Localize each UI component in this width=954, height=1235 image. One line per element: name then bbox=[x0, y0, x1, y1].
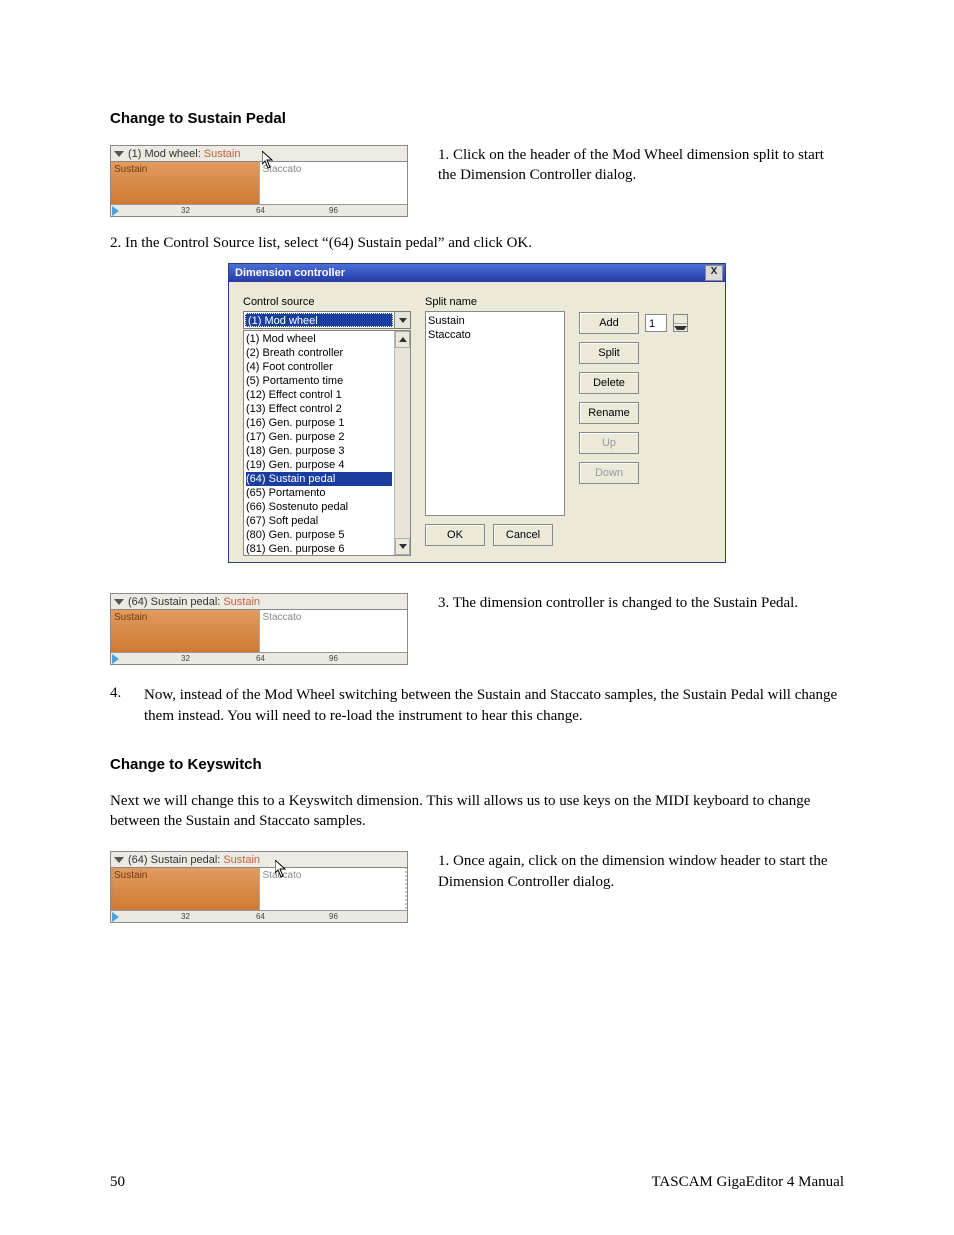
add-button[interactable]: Add bbox=[579, 312, 639, 334]
dialog-title: Dimension controller bbox=[235, 264, 345, 282]
list-item[interactable]: Staccato bbox=[428, 328, 562, 342]
list-item[interactable]: (12) Effect control 1 bbox=[246, 388, 392, 402]
list-item[interactable]: (4) Foot controller bbox=[246, 360, 392, 374]
scroll-up-button[interactable] bbox=[395, 331, 410, 348]
dimension-strip-sustain2[interactable]: (64) Sustain pedal: Sustain Sustain Stac… bbox=[110, 851, 408, 923]
list-item[interactable]: (65) Portamento bbox=[246, 486, 392, 500]
split-staccato[interactable]: Staccato bbox=[260, 868, 408, 910]
dimension-scale: 32 64 96 bbox=[111, 204, 407, 216]
dimension-header-label: (64) Sustain pedal: bbox=[128, 854, 220, 866]
list-item[interactable]: (17) Gen. purpose 2 bbox=[246, 430, 392, 444]
split-sustain[interactable]: Sustain bbox=[111, 162, 260, 204]
list-item[interactable]: (19) Gen. purpose 4 bbox=[246, 458, 392, 472]
chevron-down-icon bbox=[674, 326, 687, 330]
cancel-button[interactable]: Cancel bbox=[493, 524, 553, 546]
dimension-header[interactable]: (64) Sustain pedal: Sustain bbox=[111, 852, 407, 868]
triangle-down-icon bbox=[114, 151, 124, 157]
dimension-header[interactable]: (64) Sustain pedal: Sustain bbox=[111, 594, 407, 610]
dimension-header-suffix: Sustain bbox=[223, 596, 260, 608]
dimension-header[interactable]: (1) Mod wheel: Sustain bbox=[111, 146, 407, 162]
keyswitch-intro: Next we will change this to a Keyswitch … bbox=[110, 791, 844, 832]
list-item[interactable]: (80) Gen. purpose 5 bbox=[246, 528, 392, 542]
triangle-down-icon bbox=[114, 857, 124, 863]
scroll-track[interactable] bbox=[395, 348, 410, 538]
list-item[interactable]: (1) Mod wheel bbox=[246, 332, 392, 346]
spin-up-button[interactable] bbox=[674, 315, 687, 324]
chevron-down-icon bbox=[399, 544, 407, 549]
split-button[interactable]: Split bbox=[579, 342, 639, 364]
delete-button[interactable]: Delete bbox=[579, 372, 639, 394]
step-2-text: 2. In the Control Source list, select “(… bbox=[110, 233, 844, 253]
list-item[interactable]: (67) Soft pedal bbox=[246, 514, 392, 528]
control-source-listbox[interactable]: (1) Mod wheel (2) Breath controller (4) … bbox=[243, 330, 411, 556]
list-item-selected[interactable]: (64) Sustain pedal bbox=[246, 472, 392, 486]
control-source-combo[interactable]: (1) Mod wheel bbox=[243, 311, 411, 329]
list-item[interactable]: (66) Sostenuto pedal bbox=[246, 500, 392, 514]
down-button[interactable]: Down bbox=[579, 462, 639, 484]
step-3-text: 3. The dimension controller is changed t… bbox=[438, 593, 844, 613]
up-button[interactable]: Up bbox=[579, 432, 639, 454]
dimension-strip-sustain[interactable]: (64) Sustain pedal: Sustain Sustain Stac… bbox=[110, 593, 408, 665]
dimension-header-label: (64) Sustain pedal: bbox=[128, 596, 220, 608]
split-staccato[interactable]: Staccato bbox=[260, 162, 408, 204]
page-number: 50 bbox=[110, 1174, 125, 1191]
list-item[interactable]: (2) Breath controller bbox=[246, 346, 392, 360]
play-arrow-icon bbox=[112, 654, 119, 664]
play-arrow-icon bbox=[112, 912, 119, 922]
step-4-number: 4. bbox=[110, 685, 144, 726]
step-4: 4. Now, instead of the Mod Wheel switchi… bbox=[110, 685, 844, 726]
add-count-field[interactable]: 1 bbox=[645, 314, 667, 332]
split-name-label: Split name bbox=[425, 296, 567, 308]
step-4-text: Now, instead of the Mod Wheel switching … bbox=[144, 685, 844, 726]
control-source-label: Control source bbox=[243, 296, 413, 308]
add-count-spinner[interactable] bbox=[673, 314, 688, 332]
triangle-down-icon bbox=[114, 599, 124, 605]
split-sustain[interactable]: Sustain bbox=[111, 610, 260, 652]
dimension-scale: 32 64 96 bbox=[111, 652, 407, 664]
dimension-header-suffix: Sustain bbox=[223, 854, 260, 866]
combo-selected-value: (1) Mod wheel bbox=[245, 313, 393, 327]
close-button[interactable]: X bbox=[705, 265, 723, 281]
spin-down-button[interactable] bbox=[674, 324, 687, 332]
split-name-listbox[interactable]: Sustain Staccato bbox=[425, 311, 565, 516]
footer-title: TASCAM GigaEditor 4 Manual bbox=[651, 1174, 844, 1191]
dimension-controller-dialog: Dimension controller X Control source (1… bbox=[228, 263, 726, 563]
chevron-down-icon bbox=[399, 318, 407, 323]
rename-button[interactable]: Rename bbox=[579, 402, 639, 424]
list-item[interactable]: (18) Gen. purpose 3 bbox=[246, 444, 392, 458]
combo-drop-button[interactable] bbox=[394, 312, 410, 328]
play-arrow-icon bbox=[112, 206, 119, 216]
heading-change-to-keyswitch: Change to Keyswitch bbox=[110, 756, 844, 773]
dimension-header-label: (1) Mod wheel: bbox=[128, 148, 201, 160]
dimension-header-suffix: Sustain bbox=[204, 148, 241, 160]
dialog-titlebar[interactable]: Dimension controller X bbox=[229, 264, 725, 282]
ok-button[interactable]: OK bbox=[425, 524, 485, 546]
dimension-strip-modwheel[interactable]: (1) Mod wheel: Sustain Sustain Staccato … bbox=[110, 145, 408, 217]
list-item[interactable]: (81) Gen. purpose 6 bbox=[246, 542, 392, 556]
list-item[interactable]: (16) Gen. purpose 1 bbox=[246, 416, 392, 430]
list-item[interactable]: (5) Portamento time bbox=[246, 374, 392, 388]
list-item[interactable]: Sustain bbox=[428, 314, 562, 328]
dimension-scale: 32 64 96 bbox=[111, 910, 407, 922]
scrollbar[interactable] bbox=[394, 331, 410, 555]
heading-change-to-sustain: Change to Sustain Pedal bbox=[110, 110, 844, 127]
keyswitch-step-1-text: 1. Once again, click on the dimension wi… bbox=[438, 851, 844, 892]
chevron-up-icon bbox=[399, 337, 407, 342]
list-item[interactable]: (13) Effect control 2 bbox=[246, 402, 392, 416]
split-sustain[interactable]: Sustain bbox=[111, 868, 260, 910]
scroll-down-button[interactable] bbox=[395, 538, 410, 555]
step-1-text: 1. Click on the header of the Mod Wheel … bbox=[438, 145, 844, 186]
split-staccato[interactable]: Staccato bbox=[260, 610, 408, 652]
